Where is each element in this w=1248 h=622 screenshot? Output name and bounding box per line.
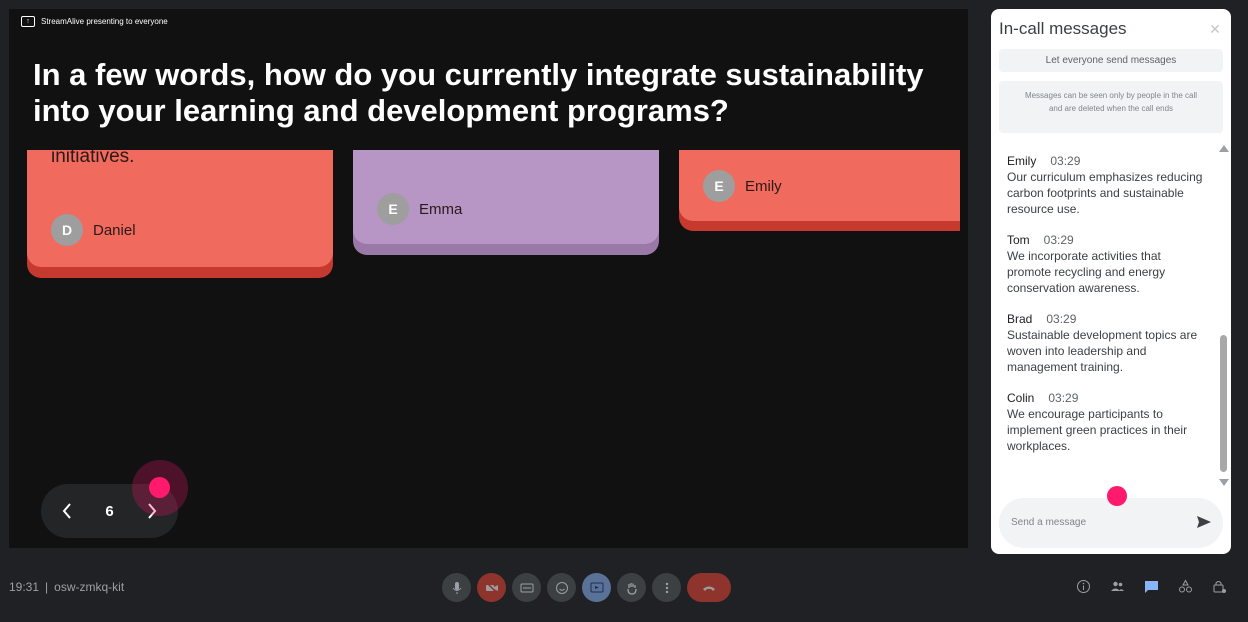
meeting-info: 19:31 | osw-zmkq-kit xyxy=(9,580,124,594)
call-controls xyxy=(442,573,731,602)
let-everyone-send-toggle[interactable]: Let everyone send messages xyxy=(999,49,1223,72)
avatar: E xyxy=(703,170,735,202)
response-cards: initiatives. D Daniel E Emma E Emily xyxy=(9,150,960,300)
message-list: Emily 03:29 Our curriculum emphasizes red… xyxy=(1007,153,1203,469)
list-item: Brad 03:29 Sustainable development topics… xyxy=(1007,311,1203,375)
separator: | xyxy=(45,580,49,594)
people-icon[interactable] xyxy=(1109,578,1126,595)
message-time: 03:29 xyxy=(1043,233,1074,247)
more-options-icon[interactable] xyxy=(652,573,681,602)
message-time: 03:29 xyxy=(1048,391,1079,405)
sender-name: Emily xyxy=(1007,154,1037,168)
author-name: Emma xyxy=(419,200,463,218)
meeting-code: osw-zmkq-kit xyxy=(54,580,125,594)
slide-question: In a few words, how do you currently int… xyxy=(33,57,924,128)
list-item: Colin 03:29 We encourage participants to … xyxy=(1007,390,1203,454)
avatar: E xyxy=(377,193,409,225)
chat-icon[interactable] xyxy=(1143,578,1160,595)
activities-icon[interactable] xyxy=(1177,578,1194,595)
card-text: initiatives. xyxy=(51,150,135,167)
side-panel-icons xyxy=(1075,578,1228,595)
scrollbar-thumb[interactable] xyxy=(1220,335,1227,472)
presentation-stage: ↑ StreamAlive presenting to everyone In … xyxy=(9,9,968,548)
toggle-label: Let everyone send messages xyxy=(1045,55,1177,66)
info-icon[interactable] xyxy=(1075,578,1092,595)
author-name: Emily xyxy=(745,177,782,195)
present-icon[interactable] xyxy=(582,573,611,602)
panel-title: In-call messages xyxy=(999,19,1127,38)
author-name: Daniel xyxy=(93,221,136,239)
message-time: 03:29 xyxy=(1046,312,1077,326)
response-card: E Emily xyxy=(679,150,960,231)
scroll-down-arrow[interactable] xyxy=(1219,479,1229,486)
response-card: E Emma xyxy=(353,150,659,255)
meeting-toolbar: 19:31 | osw-zmkq-kit xyxy=(0,554,1248,622)
raise-hand-icon[interactable] xyxy=(617,573,646,602)
message-input[interactable] xyxy=(1011,513,1181,531)
send-icon[interactable] xyxy=(1195,513,1213,531)
cursor-dot xyxy=(1107,486,1127,506)
list-item: Emily 03:29 Our curriculum emphasizes red… xyxy=(1007,153,1203,217)
clock-time: 19:31 xyxy=(9,580,40,594)
message-text: Sustainable development topics are woven… xyxy=(1007,328,1198,374)
messages-notice: Messages can be seen only by people in t… xyxy=(999,81,1223,133)
presenting-banner: ↑ StreamAlive presenting to everyone xyxy=(21,16,168,27)
emoji-icon[interactable] xyxy=(547,573,576,602)
message-text: Our curriculum emphasizes reducing carbo… xyxy=(1007,170,1203,216)
card-author: D Daniel xyxy=(51,214,136,246)
mic-icon[interactable] xyxy=(442,573,471,602)
page-number: 6 xyxy=(105,502,114,520)
cursor-dot xyxy=(149,477,170,498)
card-author: E Emma xyxy=(377,193,462,225)
captions-icon[interactable] xyxy=(512,573,541,602)
presenting-label: StreamAlive presenting to everyone xyxy=(41,17,168,26)
message-time: 03:29 xyxy=(1050,154,1081,168)
in-call-messages-panel: In-call messages ✕ Let everyone send mes… xyxy=(991,9,1231,554)
card-author: E Emily xyxy=(703,170,782,202)
hang-up-icon[interactable] xyxy=(687,573,731,602)
present-screen-icon: ↑ xyxy=(21,16,35,27)
scroll-up-arrow[interactable] xyxy=(1219,145,1229,152)
close-icon[interactable]: ✕ xyxy=(1207,21,1223,37)
list-item: Tom 03:29 We incorporate activities that … xyxy=(1007,232,1203,296)
sender-name: Tom xyxy=(1007,233,1030,247)
response-card: initiatives. D Daniel xyxy=(27,150,333,278)
avatar: D xyxy=(51,214,83,246)
message-text: We incorporate activities that promote r… xyxy=(1007,249,1166,295)
message-text: We encourage participants to implement g… xyxy=(1007,407,1188,453)
sender-name: Colin xyxy=(1007,391,1035,405)
meet-window: ↑ StreamAlive presenting to everyone In … xyxy=(0,0,1248,622)
camera-off-icon[interactable] xyxy=(477,573,506,602)
message-composer xyxy=(999,498,1223,548)
sender-name: Brad xyxy=(1007,312,1033,326)
chevron-left-icon[interactable] xyxy=(52,496,82,526)
host-controls-icon[interactable] xyxy=(1211,578,1228,595)
